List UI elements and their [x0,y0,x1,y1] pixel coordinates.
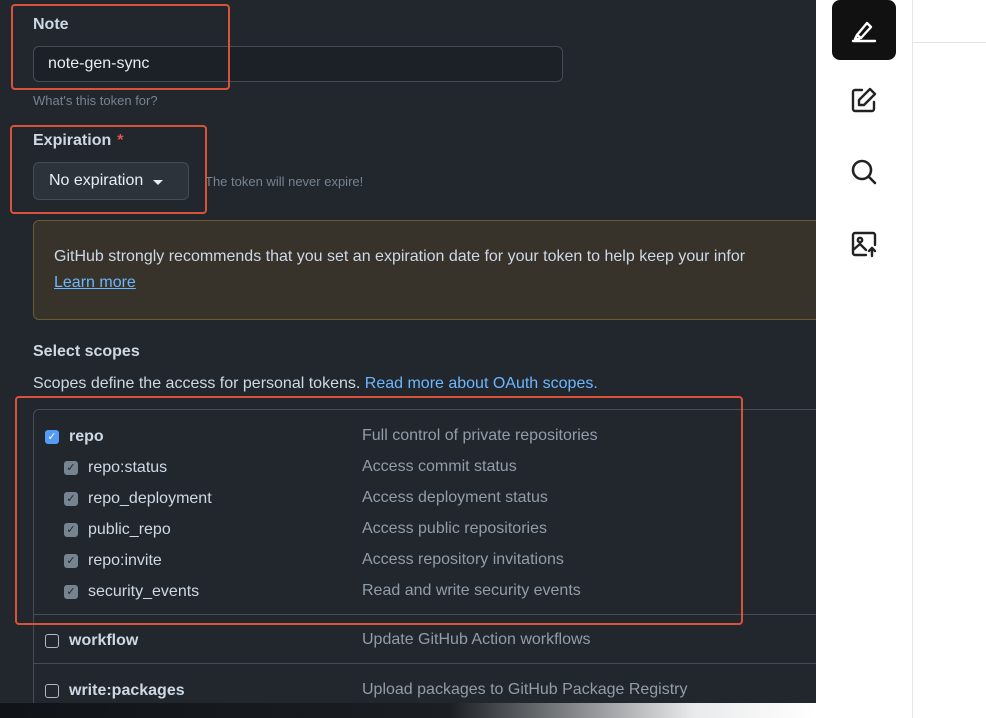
scope-name: write:packages [69,682,185,699]
scope-row-repo-invite[interactable]: ✓ repo:invite [64,550,162,572]
panel-divider [912,0,913,718]
panel-divider [913,42,986,43]
warning-text: GitHub strongly recommends that you set … [54,248,746,265]
expiration-helper: The token will never expire! [205,174,364,189]
scope-divider [33,614,816,615]
bottom-strip [0,703,816,718]
expiration-label: Expiration * [33,132,123,150]
scope-row-security-events[interactable]: ✓ security_events [64,581,199,603]
repo-deployment-checkbox[interactable]: ✓ [64,492,78,506]
expiration-label-text: Expiration [33,132,112,149]
scope-name: repo:invite [88,552,162,569]
write-packages-checkbox[interactable] [45,684,59,698]
scope-divider [33,663,816,664]
caret-down-icon [153,179,164,185]
scopes-title: Select scopes [33,343,140,360]
scope-name: repo_deployment [88,490,212,507]
scope-description: Full control of private repositories [362,427,598,444]
scope-row-repo-deployment[interactable]: ✓ repo_deployment [64,488,212,510]
image-upload-tool[interactable] [832,214,896,274]
expiration-warning: GitHub strongly recommends that you set … [33,220,816,320]
security-events-checkbox[interactable]: ✓ [64,585,78,599]
search-tool[interactable] [832,142,896,202]
scope-row-public-repo[interactable]: ✓ public_repo [64,519,171,541]
scope-description: Upload packages to GitHub Package Regist… [362,681,688,698]
repo-checkbox[interactable]: ✓ [45,430,59,444]
highlighter-tool[interactable] [832,0,896,60]
scope-row-repo[interactable]: ✓ repo [45,426,104,448]
edit-tool[interactable] [832,70,896,130]
repo-invite-checkbox[interactable]: ✓ [64,554,78,568]
scope-name: public_repo [88,521,171,538]
edit-icon [851,87,877,113]
scope-name: repo [69,428,104,445]
repo-status-checkbox[interactable]: ✓ [64,461,78,475]
learn-more-link[interactable]: Learn more [54,274,136,292]
expiration-select[interactable]: No expiration [33,162,189,200]
scope-row-workflow[interactable]: workflow [45,630,138,652]
image-upload-icon [851,231,877,258]
scope-name: repo:status [88,459,168,476]
scope-description: Access public repositories [362,520,547,537]
token-form: Note note-gen-sync What's this token for… [0,0,816,703]
scope-name: security_events [88,583,200,600]
oauth-scopes-link[interactable]: Read more about OAuth scopes. [365,375,598,392]
note-hint: What's this token for? [33,93,158,108]
scope-row-repo-status[interactable]: ✓ repo:status [64,457,167,479]
scope-description: Access deployment status [362,489,548,506]
scope-description: Update GitHub Action workflows [362,631,591,648]
scope-description: Access commit status [362,458,517,475]
scopes-description-text: Scopes define the access for personal to… [33,375,361,392]
highlighter-icon [851,21,877,43]
expiration-value: No expiration [49,172,144,189]
scope-description: Access repository invitations [362,551,564,568]
required-mark: * [117,132,124,149]
note-label: Note [33,16,69,33]
note-input[interactable]: note-gen-sync [33,46,563,82]
scopes-description: Scopes define the access for personal to… [33,375,598,393]
public-repo-checkbox[interactable]: ✓ [64,523,78,537]
scope-name: workflow [69,632,139,649]
scope-row-write-packages[interactable]: write:packages [45,680,185,702]
search-icon [851,159,877,185]
workflow-checkbox[interactable] [45,634,59,648]
scope-description: Read and write security events [362,582,581,599]
